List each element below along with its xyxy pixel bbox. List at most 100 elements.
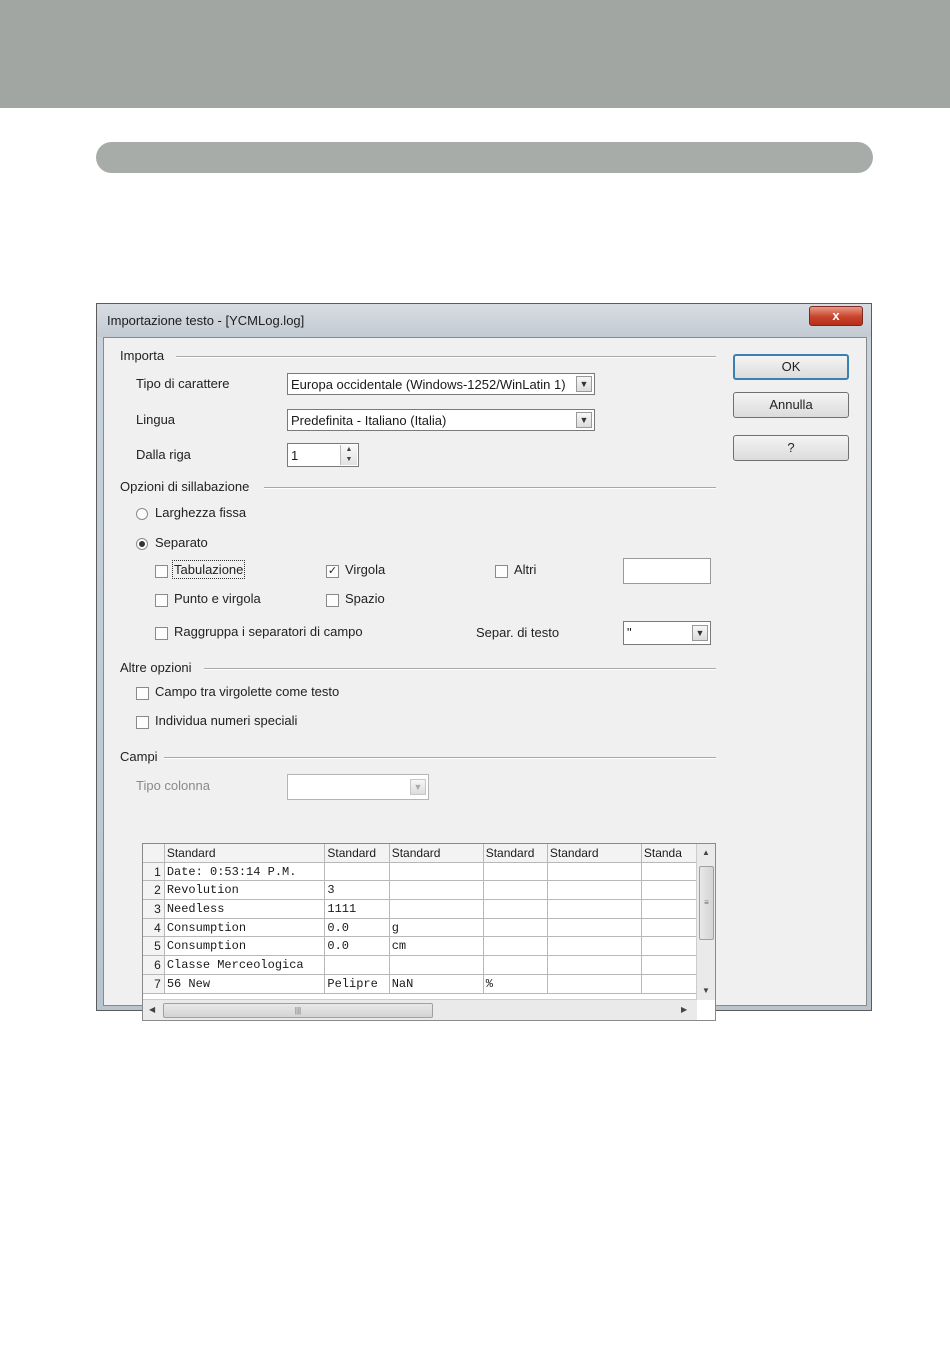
space-checkbox[interactable] xyxy=(326,594,339,607)
section-heading-bar xyxy=(96,142,873,173)
separated-radio[interactable] xyxy=(136,538,148,550)
page-header-band xyxy=(0,0,950,108)
table-cell: Pelipre xyxy=(324,974,390,994)
checkmark-icon: ✓ xyxy=(327,565,338,577)
column-header[interactable]: Standard xyxy=(324,844,390,863)
divider xyxy=(264,487,716,489)
spin-arrows-icon[interactable]: ▲ ▼ xyxy=(340,445,357,465)
other-checkbox[interactable] xyxy=(495,565,508,578)
table-cell: Date: 0:53:14 P.M. xyxy=(164,862,326,882)
comma-checkbox[interactable]: ✓ xyxy=(326,565,339,578)
other-separator-input[interactable] xyxy=(623,558,711,584)
quoted-as-text-checkbox[interactable] xyxy=(136,687,149,700)
table-row: 4 Consumption 0.0 g xyxy=(143,918,697,938)
horizontal-scrollbar[interactable]: ◀ ||| ▶ xyxy=(143,999,697,1020)
table-cell: 0.0 xyxy=(324,936,390,957)
tab-label: Tabulazione xyxy=(171,560,246,579)
table-cell: % xyxy=(483,974,548,994)
column-header[interactable]: Standard xyxy=(389,844,484,863)
table-cell: NaN xyxy=(389,974,484,994)
tab-checkbox[interactable] xyxy=(155,565,168,578)
table-cell xyxy=(641,974,697,994)
help-button[interactable]: ? xyxy=(733,435,849,461)
dialog-title: Importazione testo - [YCMLog.log] xyxy=(107,313,305,328)
table-cell xyxy=(547,862,642,882)
table-cell: Needless xyxy=(164,899,326,919)
column-type-label: Tipo colonna xyxy=(136,778,210,793)
table-cell: Revolution xyxy=(164,880,326,901)
table-cell xyxy=(641,880,697,901)
semicolon-checkbox[interactable] xyxy=(155,594,168,607)
ok-button[interactable]: OK xyxy=(733,354,849,380)
table-cell xyxy=(641,955,697,975)
cancel-button[interactable]: Annulla xyxy=(733,392,849,418)
table-row: 5 Consumption 0.0 cm xyxy=(143,936,697,957)
scroll-left-icon[interactable]: ◀ xyxy=(149,1005,155,1014)
text-delimiter-select[interactable]: " ▼ xyxy=(623,621,711,645)
table-cell xyxy=(324,955,390,975)
table-cell: Consumption xyxy=(164,936,326,957)
table-cell xyxy=(483,880,548,901)
row-number: 5 xyxy=(143,936,165,957)
fixed-width-label: Larghezza fissa xyxy=(155,505,247,520)
fields-section-label: Campi xyxy=(120,749,158,764)
corner-cell xyxy=(143,844,165,863)
vertical-scrollbar[interactable]: ▲ ≡ ▼ xyxy=(696,844,715,1000)
merge-delimiters-checkbox[interactable] xyxy=(155,627,168,640)
scroll-thumb[interactable]: ≡ xyxy=(699,866,714,940)
quoted-as-text-label: Campo tra virgolette come testo xyxy=(155,684,340,699)
table-cell xyxy=(483,862,548,882)
chevron-down-icon: ▼ xyxy=(576,376,592,392)
merge-delimiters-label: Raggruppa i separatori di campo xyxy=(174,624,363,639)
title-bar[interactable]: Importazione testo - [YCMLog.log] x xyxy=(97,304,871,337)
row-number: 2 xyxy=(143,880,165,901)
table-cell xyxy=(389,899,484,919)
divider xyxy=(204,668,716,670)
table-cell xyxy=(483,899,548,919)
close-button[interactable]: x xyxy=(809,306,863,326)
language-label: Lingua xyxy=(136,412,176,427)
separated-label: Separato xyxy=(155,535,208,550)
table-cell xyxy=(483,936,548,957)
table-cell xyxy=(389,955,484,975)
table-cell xyxy=(547,880,642,901)
scroll-down-icon[interactable]: ▼ xyxy=(702,986,710,995)
charset-select[interactable]: Europa occidentale (Windows-1252/WinLati… xyxy=(287,373,595,395)
scroll-right-icon[interactable]: ▶ xyxy=(681,1005,687,1014)
semicolon-label: Punto e virgola xyxy=(174,591,261,606)
scroll-up-icon[interactable]: ▲ xyxy=(702,848,710,857)
chevron-down-icon: ▼ xyxy=(692,625,708,641)
table-row: 7 56 New Pelipre NaN % xyxy=(143,974,697,994)
detect-special-numbers-checkbox[interactable] xyxy=(136,716,149,729)
table-cell: 0.0 xyxy=(324,918,390,938)
table-cell xyxy=(547,936,642,957)
table-cell xyxy=(483,955,548,975)
column-header[interactable]: Standa xyxy=(641,844,697,863)
table-cell: 3 xyxy=(324,880,390,901)
table-cell xyxy=(641,918,697,938)
column-type-select[interactable]: ▼ xyxy=(287,774,429,800)
column-header[interactable]: Standard xyxy=(164,844,326,863)
table-row: 3 Needless 1111 xyxy=(143,899,697,919)
table-cell: 1111 xyxy=(324,899,390,919)
separator-section-label: Opzioni di sillabazione xyxy=(120,479,250,494)
scroll-thumb[interactable]: ||| xyxy=(163,1003,433,1018)
chevron-down-icon: ▼ xyxy=(576,412,592,428)
table-cell xyxy=(547,899,642,919)
language-select[interactable]: Predefinita - Italiano (Italia) ▼ xyxy=(287,409,595,431)
column-header[interactable]: Standard xyxy=(483,844,548,863)
from-row-label: Dalla riga xyxy=(136,447,191,462)
table-cell xyxy=(547,918,642,938)
text-import-dialog: Importazione testo - [YCMLog.log] x OK A… xyxy=(96,303,872,1021)
from-row-stepper[interactable]: 1 ▲ ▼ xyxy=(287,443,359,467)
table-cell xyxy=(324,862,390,882)
comma-label: Virgola xyxy=(345,562,386,577)
table-cell xyxy=(641,862,697,882)
row-number: 6 xyxy=(143,955,165,975)
row-number: 4 xyxy=(143,918,165,938)
preview-grid[interactable]: Standard Standard Standard Standard Stan… xyxy=(142,843,716,1021)
column-header[interactable]: Standard xyxy=(547,844,642,863)
fixed-width-radio[interactable] xyxy=(136,508,148,520)
divider xyxy=(164,757,716,759)
table-cell: Classe Merceologica xyxy=(164,955,326,975)
